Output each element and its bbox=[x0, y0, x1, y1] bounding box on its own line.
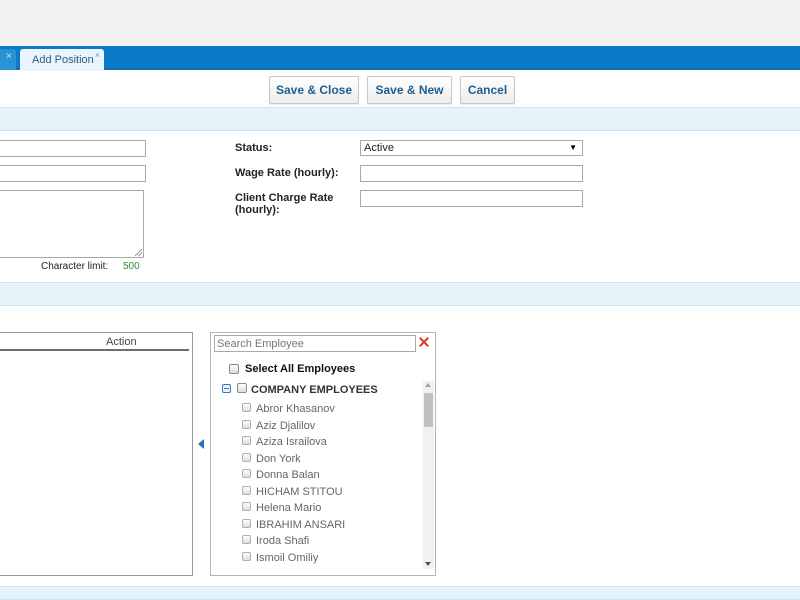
action-column-header: Action bbox=[106, 336, 137, 348]
tab-bar: × Add Position × bbox=[0, 46, 800, 71]
scroll-down-icon[interactable] bbox=[425, 562, 431, 566]
position-code-field[interactable] bbox=[0, 165, 146, 182]
grid-header: Action bbox=[0, 333, 189, 351]
assigned-employees-grid: Action bbox=[0, 332, 193, 576]
resize-handle-icon[interactable] bbox=[135, 249, 142, 256]
employee-checkbox[interactable] bbox=[242, 551, 251, 561]
list-item[interactable]: Don York bbox=[211, 452, 423, 468]
employee-name: Donna Balan bbox=[256, 469, 320, 481]
employee-name: Aziza Israilova bbox=[256, 436, 327, 448]
scroll-thumb[interactable] bbox=[424, 393, 433, 427]
collapse-icon[interactable] bbox=[222, 384, 231, 393]
employee-list: Abror Khasanov Aziz Djalilov Aziza Israi… bbox=[211, 400, 423, 568]
select-all-label: Select All Employees bbox=[245, 363, 356, 375]
list-item[interactable]: Iroda Shafi bbox=[211, 534, 423, 550]
action-toolbar: Save & Close Save & New Cancel bbox=[0, 72, 800, 108]
status-label: Status: bbox=[235, 142, 273, 154]
list-item[interactable]: Ismoil Omiliy bbox=[211, 551, 423, 567]
character-limit-value: 500 bbox=[123, 261, 140, 272]
cancel-button[interactable]: Cancel bbox=[460, 76, 515, 104]
tab-add-position-label: Add Position bbox=[32, 54, 94, 66]
clear-search-icon[interactable] bbox=[418, 336, 430, 348]
list-item[interactable] bbox=[211, 567, 423, 568]
employee-name: IBRAHIM ANSARI bbox=[256, 518, 346, 531]
tab-previous[interactable]: × bbox=[0, 49, 16, 70]
wage-rate-label: Wage Rate (hourly): bbox=[235, 167, 339, 179]
save-close-button[interactable]: Save & Close bbox=[269, 76, 359, 104]
description-textarea[interactable] bbox=[0, 190, 144, 258]
section-header-employees bbox=[0, 282, 800, 306]
employee-checkbox[interactable] bbox=[242, 485, 251, 495]
list-item[interactable]: Helena Mario bbox=[211, 501, 423, 517]
character-limit-label: Character limit: bbox=[41, 261, 109, 272]
list-item[interactable]: IBRAHIM ANSARI bbox=[211, 518, 423, 534]
tab-previous-close-icon[interactable]: × bbox=[6, 51, 12, 62]
tab-close-icon[interactable]: × bbox=[95, 50, 100, 60]
status-selected-value: Active bbox=[364, 142, 394, 154]
status-select[interactable]: Active ▼ bbox=[360, 140, 583, 156]
select-all-checkbox[interactable] bbox=[229, 364, 239, 374]
section-header-bottom bbox=[0, 586, 800, 600]
employee-list-scrollbar[interactable] bbox=[423, 381, 434, 569]
list-item[interactable]: Abror Khasanov bbox=[211, 402, 423, 418]
employee-checkbox[interactable] bbox=[242, 469, 251, 478]
tab-add-position[interactable]: Add Position × bbox=[20, 49, 104, 71]
employee-checkbox[interactable] bbox=[242, 403, 251, 412]
position-name-field[interactable] bbox=[0, 140, 146, 157]
employee-name: Helena Mario bbox=[256, 502, 322, 514]
employee-name: Abror Khasanov bbox=[256, 403, 335, 415]
save-new-button[interactable]: Save & New bbox=[367, 76, 452, 104]
employee-name: HICHAM STITOU bbox=[256, 485, 343, 498]
employee-name: Aziz Djalilov bbox=[256, 419, 316, 432]
client-charge-rate-field[interactable] bbox=[360, 190, 583, 207]
employee-checkbox[interactable] bbox=[242, 452, 251, 462]
section-header-details bbox=[0, 107, 800, 131]
list-item[interactable]: Aziza Israilova bbox=[211, 435, 423, 451]
employee-name: Iroda Shafi bbox=[256, 535, 310, 547]
wage-rate-field[interactable] bbox=[360, 165, 583, 182]
employee-checkbox[interactable] bbox=[242, 502, 251, 511]
group-label: COMPANY EMPLOYEES bbox=[251, 384, 378, 396]
list-item[interactable]: HICHAM STITOU bbox=[211, 485, 423, 501]
search-employee-input[interactable] bbox=[214, 335, 416, 352]
employee-checkbox[interactable] bbox=[242, 436, 251, 445]
employee-name: Don York bbox=[256, 452, 301, 465]
employee-picker: Select All Employees COMPANY EMPLOYEES A… bbox=[210, 332, 436, 576]
scroll-up-icon[interactable] bbox=[425, 383, 431, 387]
list-item[interactable]: Aziz Djalilov bbox=[211, 419, 423, 435]
app-header-area bbox=[0, 0, 800, 46]
employee-name: Ismoil Omiliy bbox=[256, 551, 319, 564]
move-left-arrow-icon[interactable] bbox=[198, 439, 204, 449]
dropdown-arrow-icon: ▼ bbox=[569, 143, 577, 152]
list-item[interactable]: Donna Balan bbox=[211, 468, 423, 484]
client-charge-rate-label: Client Charge Rate (hourly): bbox=[235, 192, 334, 216]
group-checkbox[interactable] bbox=[237, 383, 247, 393]
employee-checkbox[interactable] bbox=[242, 535, 251, 544]
employee-checkbox[interactable] bbox=[242, 518, 251, 528]
employee-checkbox[interactable] bbox=[242, 419, 251, 429]
